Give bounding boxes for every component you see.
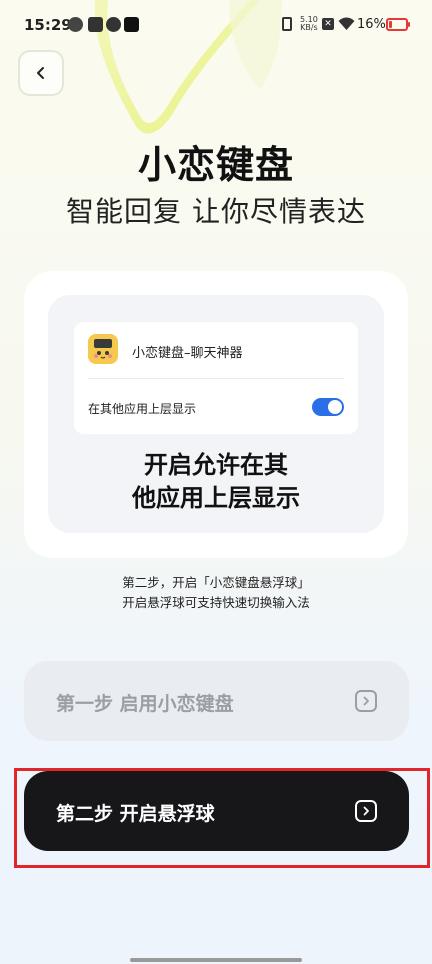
permission-hint: 开启允许在其 他应用上层显示	[48, 449, 384, 515]
network-speed: 5.10 KB/s	[300, 16, 318, 32]
home-indicator[interactable]	[130, 958, 302, 962]
target-highlight-box	[14, 768, 430, 868]
chevron-left-icon	[37, 67, 44, 79]
battery-fill	[389, 21, 392, 28]
battery-tip	[408, 22, 410, 27]
permission-hint-line2: 他应用上层显示	[132, 484, 300, 512]
network-speed-unit: KB/s	[300, 23, 318, 32]
status-bar: 15:29 5.10 KB/s ✕ 16%	[0, 0, 432, 50]
step-description-line2: 开启悬浮球可支持快速切换输入法	[122, 595, 310, 610]
overlay-permission-label: 在其他应用上层显示	[88, 402, 197, 416]
app-name-label: 小恋键盘–聊天神器	[132, 346, 243, 361]
sync-icon	[68, 17, 83, 32]
battery-icon	[386, 18, 408, 31]
no-sim-icon: ✕	[322, 18, 334, 30]
pinwheel-icon	[106, 17, 121, 32]
step-description-line1: 第二步，开启「小恋键盘悬浮球」	[122, 575, 310, 590]
vibrate-icon	[282, 17, 292, 31]
page-subtitle: 智能回复 让你尽情表达	[66, 195, 366, 228]
permission-hint-line1: 开启允许在其	[144, 451, 288, 479]
page-title: 小恋键盘	[137, 143, 294, 187]
wifi-icon	[338, 17, 355, 30]
divider	[88, 378, 344, 379]
battery-percent: 16%	[357, 17, 386, 32]
clock: 15:29	[24, 16, 72, 34]
step1-enable-keyboard-button[interactable]: 第一步 启用小恋键盘	[24, 661, 409, 741]
instruction-card: 小恋键盘–聊天神器 在其他应用上层显示 开启允许在其 他应用上层显示	[24, 271, 408, 558]
chevron-right-icon	[355, 690, 377, 712]
mail-icon	[88, 17, 103, 32]
overlay-permission-toggle	[312, 398, 344, 416]
step-description: 第二步，开启「小恋键盘悬浮球」 开启悬浮球可支持快速切换输入法	[0, 573, 432, 613]
tiktok-icon	[124, 17, 139, 32]
permission-preview: 小恋键盘–聊天神器 在其他应用上层显示 开启允许在其 他应用上层显示	[48, 295, 384, 533]
back-button[interactable]	[18, 50, 64, 96]
step1-label: 第一步 启用小恋键盘	[56, 693, 234, 715]
settings-mockup: 小恋键盘–聊天神器 在其他应用上层显示	[74, 322, 358, 434]
toggle-knob	[328, 400, 342, 414]
app-icon	[88, 334, 118, 364]
